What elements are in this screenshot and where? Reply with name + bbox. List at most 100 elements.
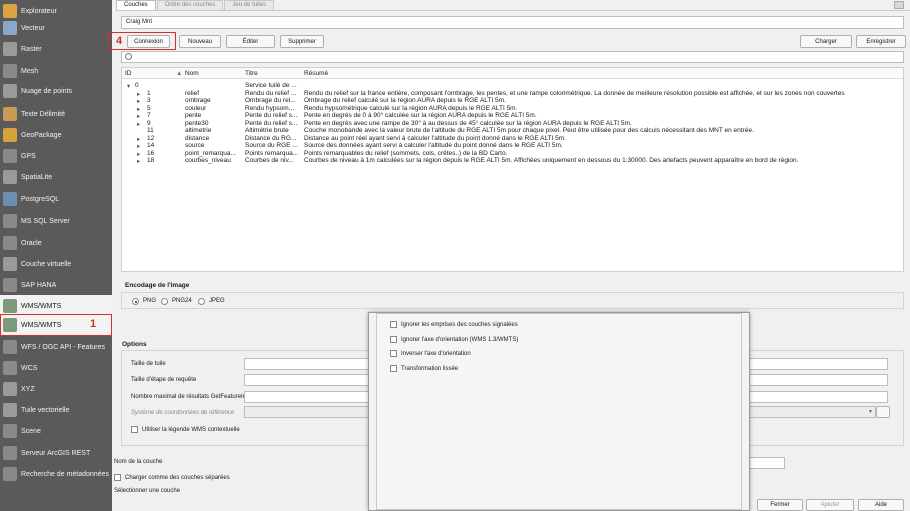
ignore-extents-checkbox[interactable] bbox=[390, 321, 397, 328]
separate-layers-label: Charger comme des couches séparées bbox=[125, 475, 230, 481]
arcgis-icon bbox=[3, 446, 17, 460]
load-button[interactable]: Charger bbox=[800, 35, 852, 48]
sidebar-item-16[interactable]: WFS / OGC API - Features bbox=[0, 336, 112, 358]
expand-right-icon[interactable]: ▸ bbox=[137, 157, 140, 165]
sidebar-item-2[interactable]: Raster bbox=[0, 38, 112, 60]
raster-icon bbox=[3, 42, 17, 56]
col-summary[interactable]: Résumé bbox=[304, 70, 328, 77]
sidebar-item-20[interactable]: Scene bbox=[0, 420, 112, 442]
sidebar-item-1[interactable]: Vecteur bbox=[0, 17, 112, 39]
data-source-manager: Explorateur Vecteur Raster Mesh Nuage de poi… bbox=[0, 0, 910, 511]
smooth-transform-label: Transformation lissée bbox=[401, 366, 459, 372]
col-name[interactable]: Nom bbox=[185, 70, 199, 77]
ignore-axis-label: Ignorer l'axe d'orientation (WMS 1.3/WMT… bbox=[401, 337, 519, 343]
help-button[interactable]: Aide bbox=[858, 499, 904, 511]
close-panel-button[interactable] bbox=[894, 1, 904, 9]
vector-icon bbox=[3, 21, 17, 35]
legend-checkbox[interactable] bbox=[131, 426, 138, 433]
connect-button[interactable]: Connexion bbox=[127, 35, 170, 48]
sidebar-item-18[interactable]: XYZ bbox=[0, 378, 112, 400]
layer-tree-header: ID ▲ Nom Titre Résumé bbox=[122, 68, 903, 79]
sidebar-item-label: Nuage de points bbox=[21, 87, 72, 95]
edit-button[interactable]: Éditer bbox=[226, 35, 275, 48]
sidebar-item-label: XYZ bbox=[21, 385, 35, 393]
geopackage-icon bbox=[3, 128, 17, 142]
sidebar-item-12[interactable]: Couche virtuelle bbox=[0, 253, 112, 275]
add-button[interactable]: Ajouter bbox=[806, 499, 854, 511]
point-cloud-icon bbox=[3, 84, 17, 98]
cell-name: couleur bbox=[185, 104, 207, 112]
sidebar-item-label: Explorateur bbox=[21, 7, 57, 15]
col-id[interactable]: ID bbox=[125, 70, 132, 77]
cell-summary: Rendu hypsométrique calculé sur la régio… bbox=[304, 104, 518, 112]
vector-tile-icon bbox=[3, 403, 17, 417]
ignore-extents-label: Ignorer les emprises des couches signalé… bbox=[401, 322, 518, 328]
save-button[interactable]: Enregistrer bbox=[856, 35, 906, 48]
sidebar-item-11[interactable]: Oracle bbox=[0, 232, 112, 254]
sidebar-item-label: WMS/WMTS bbox=[21, 321, 62, 329]
invert-axis-checkbox[interactable] bbox=[390, 350, 397, 357]
sidebar-item-4[interactable]: Nuage de points bbox=[0, 80, 112, 102]
smooth-transform-checkbox[interactable] bbox=[390, 365, 397, 372]
sap-hana-icon bbox=[3, 278, 17, 292]
virtual-layer-icon bbox=[3, 257, 17, 271]
cell-summary: Pente en degrés avec une rampe de 30° à … bbox=[304, 119, 632, 127]
sidebar-item-label: WFS / OGC API - Features bbox=[21, 343, 106, 351]
png-radio[interactable] bbox=[132, 298, 139, 305]
layer-search-input[interactable] bbox=[121, 51, 904, 63]
tile-size-label: Taille de tuile bbox=[131, 361, 166, 367]
jpeg-radio[interactable] bbox=[198, 298, 205, 305]
sidebar-item-label: Texte Délimité bbox=[21, 110, 65, 118]
cell-id: 0 bbox=[135, 82, 139, 89]
close-button[interactable]: Fermer bbox=[757, 499, 803, 511]
sidebar-item-label: Serveur ArcGIS REST bbox=[21, 449, 91, 457]
cell-name: pente30 bbox=[185, 119, 209, 127]
cell-id: 9 bbox=[147, 119, 151, 127]
table-row[interactable]: ▸ 18 courbes_niveau Courbes de niv... Courbe… bbox=[122, 157, 903, 165]
new-button[interactable]: Nouveau bbox=[179, 35, 221, 48]
sidebar-item-9[interactable]: PostgreSQL bbox=[0, 188, 112, 210]
sidebar-item-6[interactable]: GeoPackage bbox=[0, 124, 112, 146]
globe-icon bbox=[3, 318, 17, 332]
sidebar-item-13[interactable]: SAP HANA bbox=[0, 274, 112, 296]
sidebar-item-22[interactable]: Recherche de métadonnées bbox=[0, 463, 112, 485]
connection-combobox[interactable]: Craig Mnt bbox=[121, 16, 904, 29]
cell-id: 14 bbox=[147, 142, 155, 149]
cell-id: 11 bbox=[147, 127, 154, 134]
cell-title: Service tuilé de ... bbox=[245, 82, 297, 89]
sidebar-item-10[interactable]: MS SQL Server bbox=[0, 210, 112, 232]
ignore-axis-checkbox[interactable] bbox=[390, 336, 397, 343]
sidebar-item-label: Couche virtuelle bbox=[21, 260, 72, 268]
cell-id: 1 bbox=[147, 89, 151, 97]
cell-name: relief bbox=[185, 89, 200, 97]
sidebar-item-label: PostgreSQL bbox=[21, 195, 60, 203]
separate-layers-checkbox[interactable] bbox=[114, 474, 121, 481]
request-step-label: Taille d'étape de requête bbox=[131, 377, 197, 383]
invert-axis-label: Inverser l'axe d'orientation bbox=[401, 351, 471, 357]
delimited-text-icon bbox=[3, 107, 17, 121]
cell-title: Altimétrie brute bbox=[245, 127, 289, 134]
cell-title: Source du RGE ... bbox=[245, 142, 298, 149]
sidebar-item-19[interactable]: Tuile vectorielle bbox=[0, 399, 112, 421]
col-title[interactable]: Titre bbox=[245, 70, 258, 77]
sidebar-item-21[interactable]: Serveur ArcGIS REST bbox=[0, 442, 112, 464]
crs-select-button[interactable] bbox=[876, 406, 890, 418]
sidebar-item-3[interactable]: Mesh bbox=[0, 60, 112, 82]
sidebar-item-label: Vecteur bbox=[21, 24, 45, 32]
dropdown-arrow-icon: ▾ bbox=[868, 409, 872, 415]
delete-button[interactable]: Supprimer bbox=[280, 35, 324, 48]
sidebar-item-5[interactable]: Texte Délimité bbox=[0, 103, 112, 125]
cell-summary: Pente en degrés de 0 à 90° calculée sur … bbox=[304, 112, 537, 119]
sidebar-item-17[interactable]: WCS bbox=[0, 357, 112, 379]
cell-name: courbes_niveau bbox=[185, 157, 231, 164]
cell-id: 7 bbox=[147, 112, 151, 119]
cell-id: 5 bbox=[147, 104, 151, 112]
legend-label: Utiliser la légende WMS contextuelle bbox=[142, 427, 240, 433]
cell-summary: Points remarquables du relief (sommets, … bbox=[304, 149, 508, 157]
cell-title: Ombrage du rel... bbox=[245, 97, 296, 104]
sidebar-item-label: SAP HANA bbox=[21, 281, 57, 289]
png24-label: PNG24 bbox=[172, 298, 192, 304]
png24-radio[interactable] bbox=[161, 298, 168, 305]
sidebar-item-8[interactable]: SpatiaLite bbox=[0, 166, 112, 188]
sidebar-item-7[interactable]: GPS bbox=[0, 145, 112, 167]
